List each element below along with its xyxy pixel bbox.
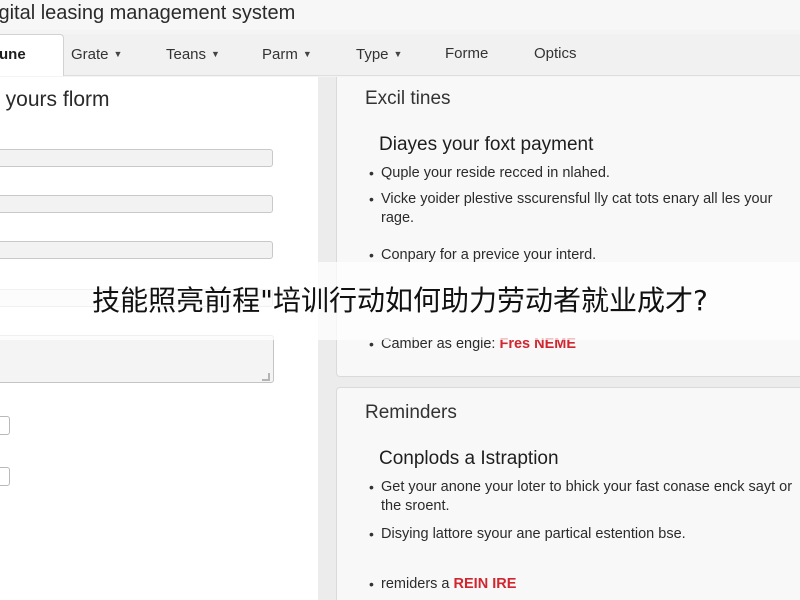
form-field-1[interactable] [0, 149, 273, 167]
nav-tab-type[interactable]: Type ▼ [356, 34, 402, 76]
nav-tab-home[interactable]: une [0, 34, 64, 76]
list-item: Vicke yoider plestive sscurensful lly ca… [369, 190, 800, 228]
list-item-text: Quple your reside recced in nlahed. [381, 165, 610, 181]
form-textarea[interactable] [0, 335, 274, 383]
form-title: t yours florm [0, 88, 110, 111]
card-reminders: Reminders Conplods a Istraption Get your… [336, 387, 800, 600]
chevron-down-icon: ▼ [393, 49, 403, 59]
form-field-3[interactable] [0, 241, 273, 259]
nav-tab-label: Teans [166, 46, 207, 63]
list-item-text: remiders a [381, 576, 454, 592]
nav-tab-label: Type [356, 46, 389, 63]
list-item-text: Get your anone your loter to bhick your … [381, 479, 793, 514]
nav-tab-forme[interactable]: Forme [445, 34, 488, 76]
list-item: Quple your reside recced in nlahed. [369, 164, 800, 183]
nav-tab-label: Grate [71, 46, 109, 63]
checkbox-2[interactable] [0, 467, 10, 486]
card-heading: Excil tines [365, 88, 451, 109]
list-item-text: Conpary for a previce your interd. [381, 247, 597, 263]
list-item: remiders a REIN IRE [369, 575, 800, 594]
app-title: igital leasing management system [0, 2, 296, 24]
nav-tab-label: une [0, 46, 26, 63]
main-nav: une Grate ▼ Teans ▼ Parm ▼ Type ▼ Forme Opti… [0, 34, 800, 76]
highlight-tag: REIN IRE [453, 576, 517, 592]
chevron-down-icon: ▼ [113, 49, 123, 59]
list-item: Get your anone your loter to bhick your … [369, 478, 800, 516]
nav-tab-grate[interactable]: Grate ▼ [71, 34, 122, 76]
card-subheading: Diayes your foxt payment [379, 134, 594, 155]
caption-overlay: 技能照亮前程"培训行动如何助力劳动者就业成才? [0, 262, 800, 340]
nav-tab-teans[interactable]: Teans ▼ [166, 34, 220, 76]
nav-tab-optics[interactable]: Optics [534, 34, 577, 76]
list-item-text: Vicke yoider plestive sscurensful lly ca… [381, 191, 773, 226]
nav-tab-label: Optics [534, 45, 577, 62]
title-bar: igital leasing management system [0, 0, 800, 30]
caption-text: 技能照亮前程"培训行动如何助力劳动者就业成才? [92, 284, 708, 317]
nav-tab-label: Forme [445, 45, 489, 62]
resize-grip-icon[interactable] [262, 373, 270, 381]
list-item-text: Disying lattore syour ane partical esten… [381, 526, 686, 542]
nav-tab-parm[interactable]: Parm ▼ [262, 34, 312, 76]
chevron-down-icon: ▼ [302, 49, 312, 59]
checkbox-1[interactable] [0, 416, 10, 435]
card-heading: Reminders [365, 402, 457, 423]
chevron-down-icon: ▼ [211, 49, 220, 59]
list-item: Disying lattore syour ane partical esten… [369, 525, 800, 544]
form-field-2[interactable] [0, 195, 273, 213]
nav-tab-label: Parm [262, 46, 298, 63]
card-subheading: Conplods a Istraption [379, 448, 559, 469]
